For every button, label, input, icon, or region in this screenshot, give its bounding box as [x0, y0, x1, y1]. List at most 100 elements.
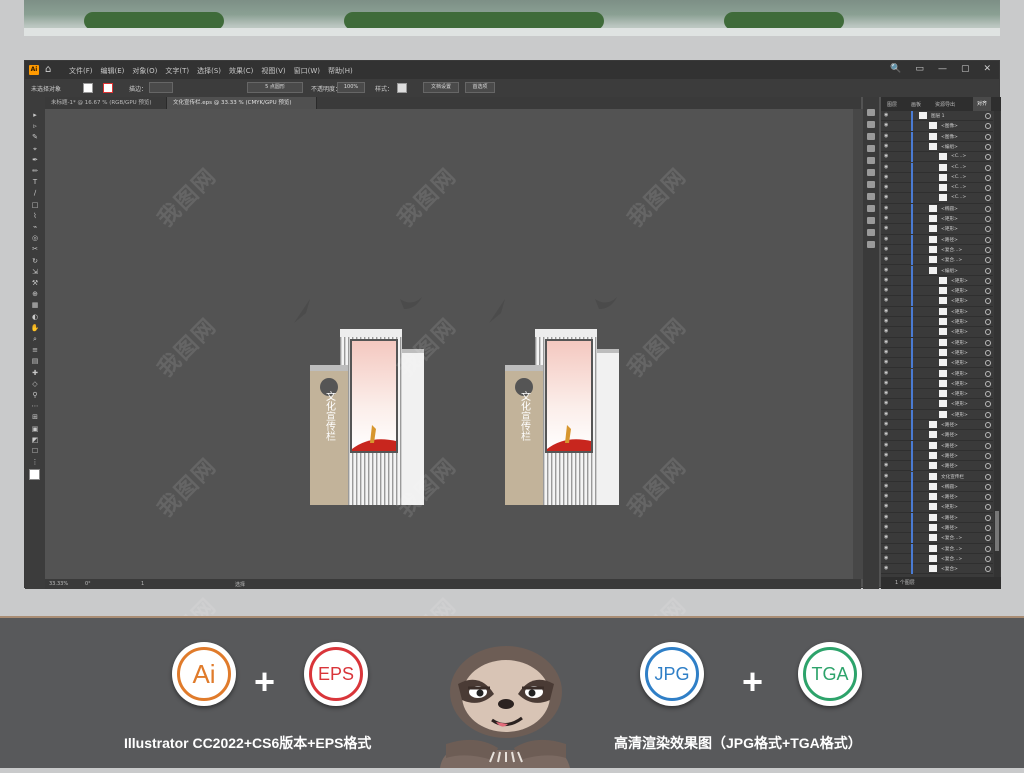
target-circle-icon[interactable]: [985, 339, 991, 346]
direct-selection-tool-icon[interactable]: ▹: [30, 122, 40, 130]
visibility-eye-icon[interactable]: ◉: [884, 391, 890, 396]
visibility-eye-icon[interactable]: ◉: [884, 360, 890, 365]
layer-name[interactable]: <路径>: [941, 463, 958, 469]
stroke-swatch[interactable]: [103, 83, 113, 93]
layer-row[interactable]: ◉ 图层 1: [881, 111, 993, 122]
home-icon[interactable]: ⌂: [45, 64, 57, 76]
layer-name[interactable]: 文化宣传栏: [941, 474, 964, 480]
target-circle-icon[interactable]: [985, 123, 991, 130]
target-circle-icon[interactable]: [985, 566, 991, 573]
visibility-eye-icon[interactable]: ◉: [884, 514, 890, 520]
target-circle-icon[interactable]: [985, 360, 991, 367]
visibility-eye-icon[interactable]: ◉: [884, 401, 890, 406]
visibility-eye-icon[interactable]: ◉: [884, 422, 890, 427]
visibility-eye-icon[interactable]: ◉: [884, 216, 890, 221]
pen-tool-icon[interactable]: ✒: [30, 156, 40, 164]
layer-name[interactable]: <复合...>: [941, 556, 962, 562]
hand-icon[interactable]: ✋: [30, 324, 40, 332]
target-circle-icon[interactable]: [985, 473, 991, 480]
layer-row[interactable]: ◉ <复合...>: [881, 543, 993, 554]
layer-name[interactable]: <C...>: [951, 195, 966, 200]
layer-row[interactable]: ◉ <矩形>: [881, 317, 993, 328]
layers-scrollbar[interactable]: [994, 111, 1000, 579]
tab-layers[interactable]: 图层: [887, 101, 897, 108]
visibility-eye-icon[interactable]: ◉: [884, 545, 890, 551]
brush-dropdown[interactable]: 5 点圆形: [247, 82, 303, 93]
stroke-icon[interactable]: [867, 181, 875, 188]
layer-row[interactable]: ◉ <椭圆>: [881, 203, 993, 214]
visibility-eye-icon[interactable]: ◉: [884, 164, 890, 170]
zoom-level[interactable]: 33.33%: [49, 581, 68, 587]
layer-name[interactable]: <矩形>: [951, 391, 968, 397]
visibility-eye-icon[interactable]: ◉: [884, 319, 890, 324]
target-circle-icon[interactable]: [985, 432, 991, 439]
more-tools-icon[interactable]: ⋯: [30, 402, 40, 410]
layer-row[interactable]: ◉ <C...>: [881, 172, 993, 184]
layer-name[interactable]: <矩形>: [941, 226, 958, 232]
layer-name[interactable]: <路径>: [941, 525, 958, 531]
layer-name[interactable]: <复合...>: [941, 546, 962, 552]
workspace-icon[interactable]: ▭: [915, 64, 924, 74]
visibility-eye-icon[interactable]: ◉: [884, 432, 890, 437]
layer-name[interactable]: <复合...>: [941, 535, 962, 541]
layer-name[interactable]: <路径>: [941, 443, 958, 449]
visibility-eye-icon[interactable]: ◉: [884, 226, 890, 231]
layer-name[interactable]: <矩形>: [951, 360, 968, 366]
layer-row[interactable]: ◉ <矩形>: [881, 224, 993, 235]
layer-row[interactable]: ◉ <路径>: [881, 450, 993, 462]
layer-name[interactable]: <矩形>: [941, 504, 958, 510]
gradient-panel-icon[interactable]: [867, 193, 875, 200]
layer-name[interactable]: <路径>: [941, 432, 958, 438]
visibility-eye-icon[interactable]: ◉: [884, 236, 890, 242]
target-circle-icon[interactable]: [985, 288, 991, 295]
layer-name[interactable]: <路径>: [941, 494, 958, 500]
visibility-eye-icon[interactable]: ◉: [884, 483, 890, 489]
visibility-eye-icon[interactable]: ◉: [884, 349, 890, 355]
layer-row[interactable]: ◉ <C...>: [881, 152, 993, 163]
target-circle-icon[interactable]: [985, 185, 991, 192]
screen-mode-icon[interactable]: ◩: [30, 436, 40, 444]
visibility-eye-icon[interactable]: ◉: [884, 442, 890, 448]
target-circle-icon[interactable]: [985, 216, 991, 222]
target-circle-icon[interactable]: [985, 113, 991, 119]
layer-name[interactable]: <路径>: [941, 422, 958, 428]
target-circle-icon[interactable]: [985, 401, 991, 408]
layer-name[interactable]: <矩形>: [951, 288, 968, 294]
target-circle-icon[interactable]: [985, 463, 991, 470]
layer-name[interactable]: <复合>: [941, 566, 958, 572]
visibility-eye-icon[interactable]: ◉: [884, 473, 890, 479]
visibility-eye-icon[interactable]: ◉: [884, 133, 890, 139]
document-setup-button[interactable]: 文档设置: [423, 82, 459, 93]
target-circle-icon[interactable]: [985, 195, 991, 202]
layer-row[interactable]: ◉ <路径>: [881, 461, 993, 472]
visibility-eye-icon[interactable]: ◉: [884, 411, 890, 417]
layer-name[interactable]: <复合...>: [941, 257, 962, 263]
draw-mode-icon[interactable]: ▣: [30, 425, 40, 433]
preferences-button[interactable]: 首选项: [465, 82, 495, 93]
stroke-weight-field[interactable]: [149, 82, 173, 93]
visibility-eye-icon[interactable]: ◉: [884, 370, 890, 376]
layer-row[interactable]: ◉ 文化宣传栏: [881, 471, 993, 482]
layer-name[interactable]: <矩形>: [941, 216, 958, 222]
visibility-eye-icon[interactable]: ◉: [884, 463, 890, 468]
target-circle-icon[interactable]: [985, 236, 991, 243]
menu-object[interactable]: 对象(O): [132, 66, 157, 76]
line-tool-icon[interactable]: ∕: [30, 189, 40, 197]
layer-name[interactable]: <复合...>: [941, 247, 962, 253]
grid-icon[interactable]: ⊞: [30, 413, 40, 421]
artboard-icon[interactable]: ◇: [30, 380, 40, 388]
visibility-eye-icon[interactable]: ◉: [884, 535, 890, 540]
layer-name[interactable]: <图像>: [941, 123, 958, 129]
fill-swatch[interactable]: [83, 83, 93, 93]
visibility-eye-icon[interactable]: ◉: [884, 113, 890, 118]
layer-name[interactable]: <矩形>: [951, 371, 968, 377]
target-circle-icon[interactable]: [985, 411, 991, 418]
layer-row[interactable]: ◉ <路径>: [881, 512, 993, 523]
layer-name[interactable]: 图层 1: [931, 113, 945, 119]
artboard-canvas[interactable]: 文化宣传栏 文化宣传栏: [45, 109, 853, 579]
target-circle-icon[interactable]: [985, 267, 991, 274]
layer-row[interactable]: ◉ <矩形>: [881, 306, 993, 317]
vertical-scrollbar[interactable]: [853, 109, 863, 579]
type-tool-icon[interactable]: T: [30, 178, 40, 186]
target-circle-icon[interactable]: [985, 257, 991, 264]
